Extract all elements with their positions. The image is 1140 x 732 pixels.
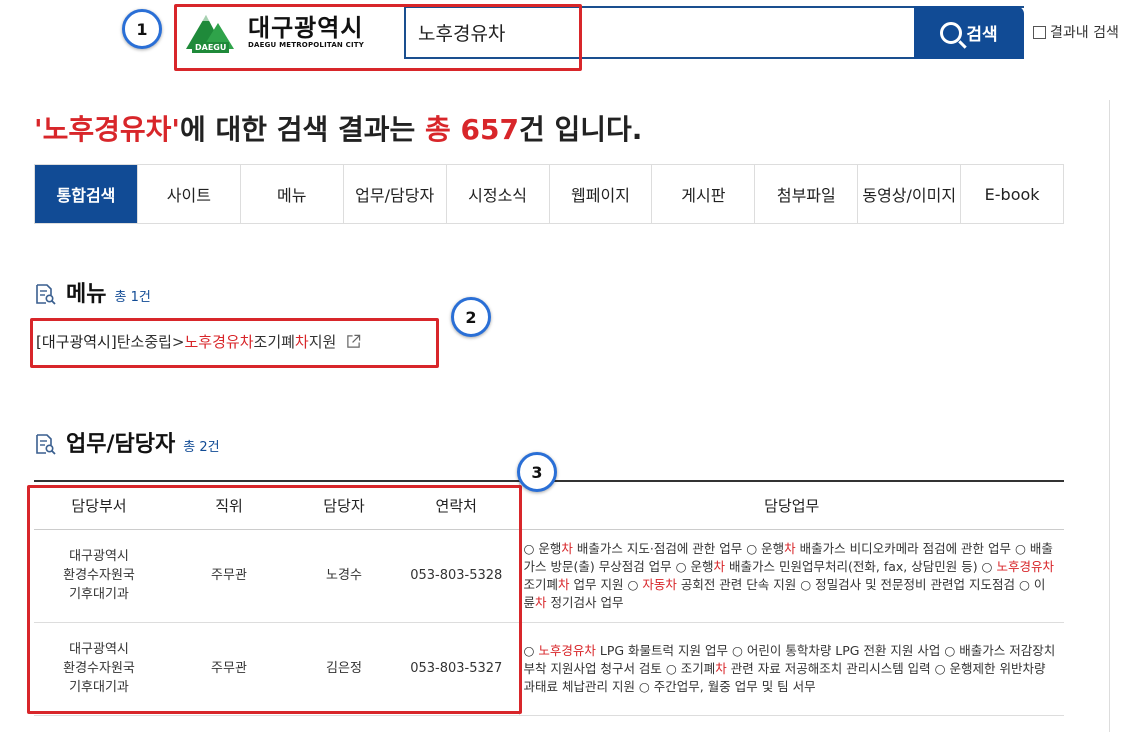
duty-highlight: 차 [558,576,570,592]
category-tabs: 통합검색 사이트 메뉴 업무/담당자 시정소식 웹페이지 게시판 첨부파일 동영… [34,164,1064,224]
duty-highlight: 차 [784,540,796,556]
search-within-checkbox[interactable]: 결과내 검색 [1033,22,1119,42]
tab-ebook[interactable]: E-book [961,165,1063,223]
dept-line: 환경수자원국 [63,568,135,583]
logo-mountain-icon: DAEGU [184,9,242,55]
menu-result-path: 탄소중립> [116,333,185,351]
duty-text: 배출가스 지도·점검에 관한 업무 ○ 운행 [572,540,785,556]
result-total: 총 657 [425,113,520,146]
staff-section-header: 업무/담당자 총 2건 [34,426,220,458]
external-link-icon[interactable] [346,334,361,349]
checkbox-icon [1033,25,1046,39]
menu-result-link[interactable]: [대구광역시] 탄소중립> 노후경유차 조기폐 차 지원 [36,331,361,352]
menu-result-tail: 지원 [308,333,337,351]
staff-section-count: 총 2건 [183,440,220,455]
menu-result-mid: 조기폐 [253,333,295,351]
staff-section-title: 업무/담당자 [66,432,176,457]
tab-board[interactable]: 게시판 [652,165,756,223]
quote-open: ' [34,113,43,146]
cell-position: 주무관 [164,529,294,623]
table-row: 대구광역시 환경수자원국 기후대기과 주무관 노경수 053-803-5328 … [34,529,1064,623]
duty-text: 조기폐 [523,576,559,592]
search-icon [940,21,963,44]
cell-duty: ○ 운행차 배출가스 지도·점검에 관한 업무 ○ 운행차 배출가스 비디오카메… [518,529,1064,623]
col-header-phone: 연락처 [394,480,519,530]
duty-highlight: 차 [535,594,547,610]
site-logo[interactable]: DAEGU 대구광역시 DAEGU METROPOLITAN CITY [176,6,404,58]
duty-highlight: 자동차 [642,576,677,592]
result-keyword: 노후경유차 [42,113,172,146]
dept-line: 기후대기과 [69,587,129,602]
duty-text: ○ [523,642,539,658]
duty-text: 정기검사 업무 [546,594,624,610]
cell-dept: 대구광역시 환경수자원국 기후대기과 [34,529,164,623]
logo-title: 대구광역시 [248,14,364,42]
search-button-label: 검색 [966,25,998,45]
logo-subtitle: DAEGU METROPOLITAN CITY [248,41,365,49]
menu-section-header: 메뉴 총 1건 [34,276,151,308]
search-input[interactable] [406,8,914,57]
tab-integrated[interactable]: 통합검색 [35,165,138,223]
duty-highlight: 차 [561,540,573,556]
dept-line: 대구광역시 [69,642,129,657]
cell-phone: 053-803-5327 [394,622,519,716]
col-header-duty: 담당업무 [518,480,1064,530]
tab-city-news[interactable]: 시정소식 [447,165,550,223]
quote-close: ' [171,113,180,146]
annotation-marker: 1 [122,9,162,49]
result-text-end: 건 입니다. [519,113,643,146]
duty-highlight: 차 [715,660,727,676]
search-within-label: 결과내 검색 [1050,25,1119,41]
dept-line: 환경수자원국 [63,661,135,676]
table-row: 대구광역시 환경수자원국 기후대기과 주무관 김은정 053-803-5327 … [34,622,1064,716]
result-text: 에 대한 검색 결과는 [179,113,426,146]
tab-video-image[interactable]: 동영상/이미지 [858,165,962,223]
duty-highlight: 차 [713,558,726,574]
cell-name: 노경수 [294,529,394,623]
tab-attachment[interactable]: 첨부파일 [755,165,859,223]
document-search-icon [36,284,56,305]
duty-highlight: 노후경유차 [996,558,1054,574]
tab-staff[interactable]: 업무/담당자 [344,165,447,223]
cell-phone: 053-803-5328 [394,529,519,623]
cell-name: 김은정 [294,622,394,716]
search-bar: 검색 [404,6,1024,59]
menu-result-hit: 노후경유차 [184,333,254,351]
menu-section-count: 총 1건 [114,290,151,305]
duty-text: 배출가스 민원업무처리(전화, fax, 상담민원 등) ○ [725,558,997,574]
col-header-name: 담당자 [294,480,394,530]
tab-site[interactable]: 사이트 [138,165,241,223]
cell-duty: ○ 노후경유차 LPG 화물트럭 지원 업무 ○ 어린이 통학차량 LPG 전환… [518,622,1064,716]
duty-highlight: 노후경유차 [538,642,596,658]
duty-text: 업무 지원 ○ [569,576,643,592]
duty-text: ○ 운행 [523,540,562,556]
col-header-position: 직위 [164,480,294,530]
logo-badge: DAEGU [192,42,230,53]
right-divider [1109,100,1110,732]
tab-webpage[interactable]: 웹페이지 [550,165,653,223]
menu-result-hit2: 차 [294,333,309,351]
menu-section-title: 메뉴 [66,282,107,307]
annotation-marker: 2 [451,297,491,337]
document-search-icon [36,434,56,455]
menu-result-prefix: [대구광역시] [36,333,117,351]
header: DAEGU 대구광역시 DAEGU METROPOLITAN CITY 검색 결… [0,0,1140,80]
annotation-marker: 3 [517,452,557,492]
dept-line: 대구광역시 [69,549,129,564]
search-button[interactable]: 검색 [914,6,1024,59]
result-summary: '노후경유차'에 대한 검색 결과는 총 657건 입니다. [34,108,642,148]
col-header-dept: 담당부서 [34,480,164,530]
dept-line: 기후대기과 [69,680,129,695]
tab-menu[interactable]: 메뉴 [241,165,344,223]
cell-position: 주무관 [164,622,294,716]
cell-dept: 대구광역시 환경수자원국 기후대기과 [34,622,164,716]
staff-table: 담당부서 직위 담당자 연락처 담당업무 대구광역시 환경수자원국 기후대기과 … [34,480,1064,716]
